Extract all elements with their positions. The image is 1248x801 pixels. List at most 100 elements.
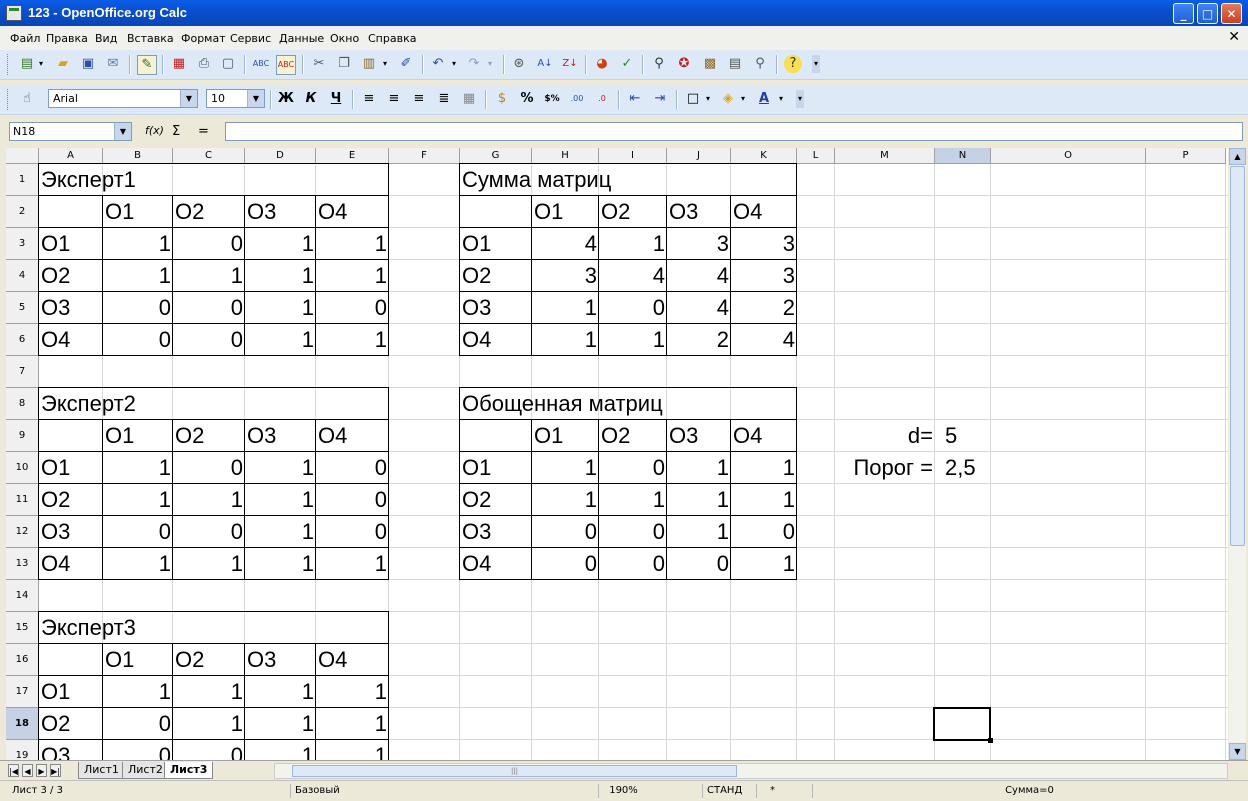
print-icon[interactable]: ⎙ bbox=[195, 55, 213, 73]
cell-d5[interactable]: 1 bbox=[245, 292, 316, 324]
column-header-o[interactable]: O bbox=[991, 148, 1146, 164]
cell-h5[interactable]: 1 bbox=[532, 292, 599, 324]
row-header-2[interactable]: 2 bbox=[6, 196, 39, 228]
cell-e4[interactable]: 1 bbox=[316, 260, 389, 292]
cell-h12[interactable]: 0 bbox=[532, 516, 599, 548]
cell-k4[interactable]: 3 bbox=[731, 260, 797, 292]
open-icon[interactable]: ▰ bbox=[54, 55, 72, 73]
clone-format-icon[interactable]: ✐ bbox=[397, 55, 415, 73]
cell-i13[interactable]: 0 bbox=[599, 548, 667, 580]
cell-n10[interactable]: 2,5 bbox=[935, 452, 991, 484]
cell-c17[interactable]: 1 bbox=[173, 676, 245, 708]
cell-a3[interactable]: O1 bbox=[39, 228, 72, 260]
row-header-16[interactable]: 16 bbox=[6, 644, 39, 676]
new-icon[interactable]: ▤ bbox=[18, 55, 36, 73]
cell-j5[interactable]: 4 bbox=[667, 292, 731, 324]
new-dropdown-icon[interactable]: ▾ bbox=[36, 55, 46, 73]
cell-g8[interactable]: Обощенная матриц bbox=[460, 388, 665, 420]
row-header-1[interactable]: 1 bbox=[6, 164, 39, 196]
row-header-4[interactable]: 4 bbox=[6, 260, 39, 292]
cell-b10[interactable]: 1 bbox=[103, 452, 173, 484]
tab-sheet2[interactable]: Лист2 bbox=[122, 762, 169, 779]
add-decimal-icon[interactable]: .00 bbox=[568, 90, 586, 108]
cell-k2[interactable]: O4 bbox=[731, 196, 764, 228]
undo-dropdown-icon[interactable]: ▾ bbox=[449, 55, 459, 73]
cell-a13[interactable]: O4 bbox=[39, 548, 72, 580]
row-header-8[interactable]: 8 bbox=[6, 388, 39, 420]
save-icon[interactable]: ▣ bbox=[79, 55, 97, 73]
cell-k11[interactable]: 1 bbox=[731, 484, 797, 516]
cell-i2[interactable]: O2 bbox=[599, 196, 632, 228]
cell-d11[interactable]: 1 bbox=[245, 484, 316, 516]
column-header-j[interactable]: J bbox=[667, 148, 731, 164]
cell-a17[interactable]: O1 bbox=[39, 676, 72, 708]
font-size-combo[interactable]: 10 ▼ bbox=[206, 89, 265, 108]
vertical-scrollbar[interactable]: ▲ ▼ bbox=[1229, 148, 1246, 760]
cell-k9[interactable]: O4 bbox=[731, 420, 764, 452]
column-header-c[interactable]: C bbox=[173, 148, 245, 164]
cell-d13[interactable]: 1 bbox=[245, 548, 316, 580]
column-header-m[interactable]: M bbox=[835, 148, 935, 164]
toolbar-grip[interactable] bbox=[7, 54, 11, 75]
column-header-p[interactable]: P bbox=[1146, 148, 1226, 164]
email-icon[interactable]: ✉ bbox=[104, 55, 122, 73]
cell-a4[interactable]: O2 bbox=[39, 260, 72, 292]
font-color-dropdown-icon[interactable]: ▾ bbox=[776, 90, 786, 108]
zoom-icon[interactable]: ⚲ bbox=[751, 55, 769, 73]
toolbar-overflow-icon[interactable]: ▾ bbox=[812, 55, 820, 73]
cell-h9[interactable]: O1 bbox=[532, 420, 565, 452]
cell-j12[interactable]: 1 bbox=[667, 516, 731, 548]
menu-help[interactable]: Справка bbox=[368, 32, 416, 45]
help-icon[interactable]: ? bbox=[784, 55, 802, 73]
cell-e5[interactable]: 0 bbox=[316, 292, 389, 324]
export-pdf-icon[interactable]: ▦ bbox=[170, 55, 188, 73]
horizontal-scroll-thumb[interactable]: ||| bbox=[292, 765, 737, 777]
column-header-n[interactable]: N bbox=[935, 148, 991, 164]
cut-icon[interactable]: ✂ bbox=[310, 55, 328, 73]
redo-icon[interactable]: ↷ bbox=[465, 55, 483, 73]
find-icon[interactable]: ⚲ bbox=[650, 55, 668, 73]
cell-d10[interactable]: 1 bbox=[245, 452, 316, 484]
column-header-k[interactable]: K bbox=[731, 148, 797, 164]
redo-dropdown-icon[interactable]: ▾ bbox=[485, 55, 495, 73]
cell-k10[interactable]: 1 bbox=[731, 452, 797, 484]
cell-h4[interactable]: 3 bbox=[532, 260, 599, 292]
cell-i3[interactable]: 1 bbox=[599, 228, 667, 260]
menu-file[interactable]: Файл bbox=[10, 32, 40, 45]
column-header-a[interactable]: A bbox=[39, 148, 103, 164]
cell-c10[interactable]: 0 bbox=[173, 452, 245, 484]
close-window-button[interactable]: ✕ bbox=[1221, 3, 1242, 24]
cell-c5[interactable]: 0 bbox=[173, 292, 245, 324]
cell-a12[interactable]: O3 bbox=[39, 516, 72, 548]
menu-view[interactable]: Вид bbox=[95, 32, 117, 45]
cell-c3[interactable]: 0 bbox=[173, 228, 245, 260]
row-header-18[interactable]: 18 bbox=[6, 708, 39, 740]
prev-sheet-icon[interactable]: ◀ bbox=[22, 764, 33, 777]
align-center-icon[interactable]: ≡ bbox=[385, 90, 403, 108]
cell-e9[interactable]: O4 bbox=[316, 420, 349, 452]
italic-button[interactable]: К bbox=[302, 90, 320, 108]
cell-g10[interactable]: O1 bbox=[460, 452, 493, 484]
cell-k13[interactable]: 1 bbox=[731, 548, 797, 580]
name-box[interactable]: N18 ▼ bbox=[9, 122, 132, 141]
cell-d3[interactable]: 1 bbox=[245, 228, 316, 260]
cell-e11[interactable]: 0 bbox=[316, 484, 389, 516]
cell-d4[interactable]: 1 bbox=[245, 260, 316, 292]
menu-tools[interactable]: Сервис bbox=[230, 32, 271, 45]
column-header-g[interactable]: G bbox=[460, 148, 532, 164]
paste-icon[interactable]: ▥ bbox=[360, 55, 378, 73]
cell-m9[interactable]: d= bbox=[835, 420, 935, 452]
menu-format[interactable]: Формат bbox=[181, 32, 226, 45]
cell-c11[interactable]: 1 bbox=[173, 484, 245, 516]
cell-b16[interactable]: O1 bbox=[103, 644, 136, 676]
cell-g11[interactable]: O2 bbox=[460, 484, 493, 516]
column-header-e[interactable]: E bbox=[316, 148, 389, 164]
row-header-6[interactable]: 6 bbox=[6, 324, 39, 356]
formula-input[interactable] bbox=[225, 122, 1243, 141]
close-document-icon[interactable]: ✕ bbox=[1228, 29, 1240, 45]
spellcheck-icon[interactable]: ABC bbox=[252, 55, 270, 73]
cell-e3[interactable]: 1 bbox=[316, 228, 389, 260]
edit-file-icon[interactable]: ✎ bbox=[137, 55, 157, 75]
underline-button[interactable]: Ч bbox=[327, 90, 345, 108]
cell-n9[interactable]: 5 bbox=[935, 420, 991, 452]
